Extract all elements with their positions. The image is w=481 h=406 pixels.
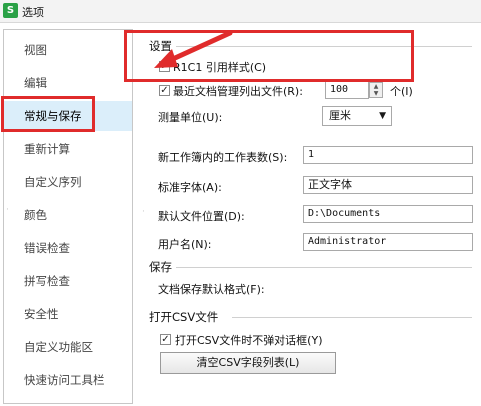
caret-down-icon: ▼: [379, 111, 386, 121]
section-divider: [232, 317, 472, 318]
sidebar-item-quick-access[interactable]: 快速访问工具栏: [4, 365, 132, 395]
measure-unit-value: 厘米: [329, 109, 351, 122]
chevron-up-icon: ▲: [373, 83, 379, 90]
user-name-input[interactable]: Administrator: [303, 233, 473, 251]
chevron-down-icon: ▼: [373, 90, 379, 97]
sidebar-item-view[interactable]: 视图: [4, 35, 132, 65]
section-divider: [176, 267, 472, 268]
watermark-mark: ·: [6, 205, 9, 215]
default-location-label: 默认文件位置(D):: [158, 210, 245, 223]
recent-files-spinner[interactable]: ▲ ▼: [369, 82, 383, 98]
section-label-csv: 打开CSV文件: [149, 310, 219, 324]
section-label-save: 保存: [149, 260, 172, 274]
measure-unit-label: 测量单位(U):: [158, 111, 223, 124]
clear-csv-fields-button[interactable]: 清空CSV字段列表(L): [160, 352, 336, 374]
recent-files-checkbox[interactable]: ✓: [159, 85, 170, 96]
recent-files-label: 最近文档管理列出文件(R):: [173, 85, 303, 98]
sidebar-item-security[interactable]: 安全性: [4, 299, 132, 329]
sidebar-item-error-check[interactable]: 错误检查: [4, 233, 132, 263]
sidebar-item-ribbon[interactable]: 自定义功能区: [4, 332, 132, 362]
recent-files-unit: 个(I): [390, 85, 413, 98]
sidebar-highlight-box: [1, 96, 95, 132]
measure-unit-select[interactable]: 厘米 ▼: [322, 106, 392, 126]
user-name-label: 用户名(N):: [158, 238, 212, 251]
annotation-arrow-icon: [154, 30, 233, 68]
options-sidebar: 视图 编辑 常规与保存 重新计算 自定义序列 颜色 错误检查 拼写检查 安全性 …: [3, 29, 133, 404]
watermark-mark: ·: [142, 207, 145, 217]
check-icon: ✓: [161, 334, 170, 345]
sidebar-item-color[interactable]: 颜色: [4, 200, 132, 230]
sheets-count-label: 新工作簿内的工作表数(S):: [158, 151, 288, 164]
csv-no-dialog-checkbox[interactable]: ✓: [160, 334, 171, 345]
recent-files-count-input[interactable]: 100: [325, 81, 369, 99]
standard-font-input[interactable]: 正文字体: [303, 176, 473, 194]
standard-font-label: 标准字体(A):: [158, 181, 222, 194]
options-panel: 设置 ✓ R1C1 引用样式(C) ✓ 最近文档管理列出文件(R): 100 ▲…: [140, 29, 476, 402]
sidebar-item-edit[interactable]: 编辑: [4, 68, 132, 98]
sidebar-item-recalc[interactable]: 重新计算: [4, 134, 132, 164]
sidebar-item-spell-check[interactable]: 拼写检查: [4, 266, 132, 296]
default-location-input[interactable]: D:\Documents: [303, 205, 473, 223]
window-title: 选项: [22, 6, 44, 19]
default-format-label: 文档保存默认格式(F):: [158, 283, 265, 296]
check-icon: ✓: [160, 85, 169, 96]
title-bar: S 选项: [0, 0, 481, 23]
csv-no-dialog-label: 打开CSV文件时不弹对话框(Y): [175, 334, 323, 347]
sidebar-item-custom-list[interactable]: 自定义序列: [4, 167, 132, 197]
app-logo-icon: S: [3, 3, 18, 18]
sheets-count-input[interactable]: 1: [303, 146, 473, 164]
